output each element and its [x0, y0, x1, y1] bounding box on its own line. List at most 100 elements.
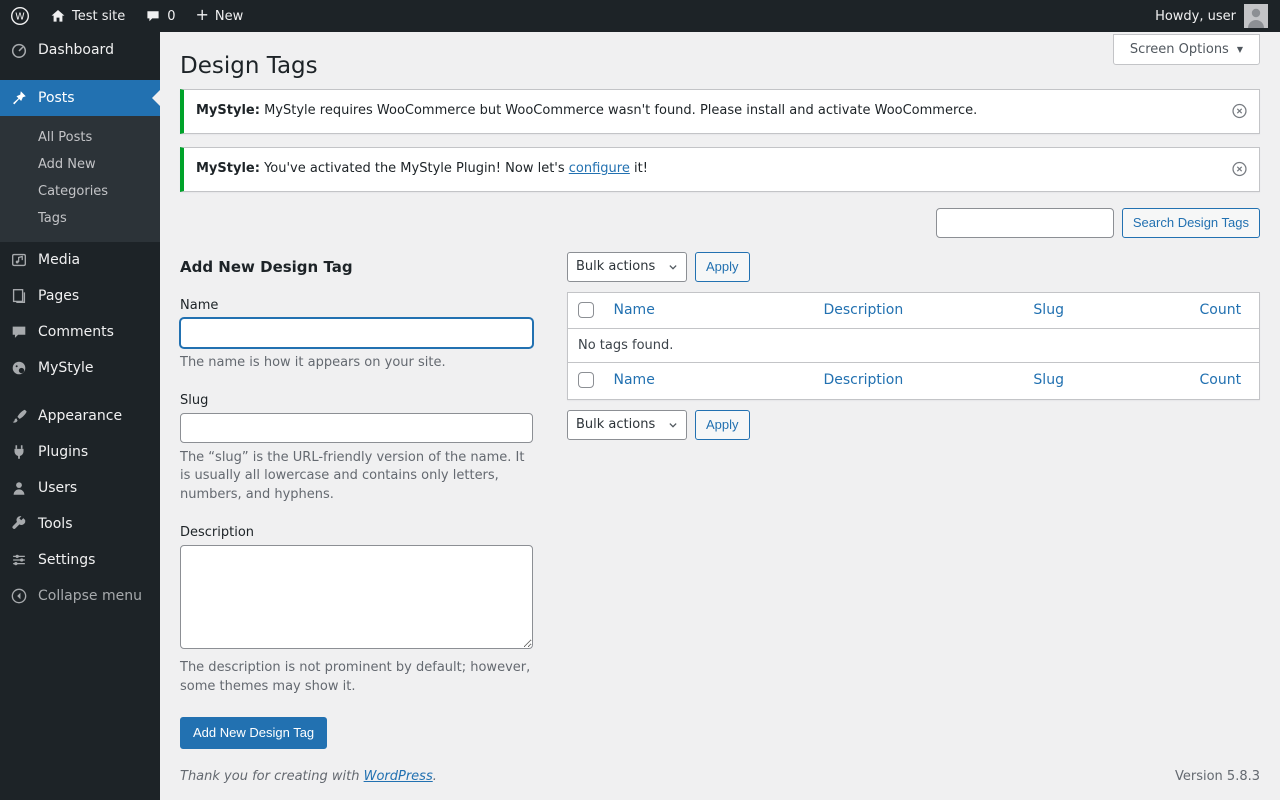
bulk-actions-select[interactable]: Bulk actions [567, 251, 687, 282]
slug-field-group: Slug The “slug” is the URL-friendly vers… [180, 393, 533, 506]
submit-row: Add New Design Tag [180, 716, 533, 749]
sidebar-item-label: Users [38, 480, 78, 496]
description-label: Description [180, 525, 255, 541]
sidebar-item-label: Appearance [38, 408, 123, 424]
sidebar-item-label: Pages [38, 288, 80, 304]
apply-button[interactable]: Apply [695, 409, 750, 440]
name-label: Name [180, 297, 219, 313]
sort-count-column[interactable]: Count [1200, 302, 1242, 318]
dashboard-icon [9, 40, 29, 60]
sidebar-item-mystyle[interactable]: MyStyle [0, 350, 160, 386]
sidebar-item-comments[interactable]: Comments [0, 314, 160, 350]
empty-row: No tags found. [568, 329, 1260, 363]
footer-thanks: Thank you for creating with WordPress. [180, 769, 437, 784]
sidebar-item-settings[interactable]: Settings [0, 542, 160, 578]
new-content-label: New [214, 8, 244, 24]
submenu-item-add-new[interactable]: Add New [0, 151, 160, 178]
sort-description-column[interactable]: Description [823, 372, 903, 388]
notice-message: it! [634, 160, 648, 176]
slug-input[interactable] [180, 412, 533, 443]
svg-text:W: W [15, 12, 25, 23]
search-input[interactable] [935, 207, 1114, 238]
bulk-actions-select[interactable]: Bulk actions [567, 409, 687, 440]
name-help-text: The name is how it appears on your site. [180, 354, 446, 370]
bulk-actions-select-wrap: Bulk actions [567, 409, 687, 440]
sidebar-item-label: Media [38, 252, 81, 268]
sort-name-column[interactable]: Name [614, 372, 655, 388]
site-name-label: Test site [72, 8, 126, 24]
comments-icon [9, 322, 29, 342]
comments-count: 0 [167, 8, 176, 24]
comments-link[interactable]: 0 [135, 0, 185, 32]
howdy-text: Howdy, user [1155, 8, 1236, 24]
slug-label: Slug [180, 392, 209, 408]
notice-woocommerce-missing: MyStyle: MyStyle requires WooCommerce bu… [180, 89, 1260, 134]
admin-bar: W Test site 0 + New Howdy, user [0, 0, 1280, 32]
submenu-item-categories[interactable]: Categories [0, 178, 160, 205]
sort-description-column[interactable]: Description [823, 302, 903, 318]
bulk-actions-select-wrap: Bulk actions [567, 251, 687, 282]
add-new-design-tag-button[interactable]: Add New Design Tag [180, 716, 328, 749]
sidebar-item-posts[interactable]: Posts [0, 80, 160, 116]
notice-prefix: MyStyle: [196, 103, 260, 118]
sidebar-item-users[interactable]: Users [0, 470, 160, 506]
submenu-item-tags[interactable]: Tags [0, 205, 160, 232]
comments-bubble-icon [147, 11, 159, 22]
collapse-arrow-icon [9, 586, 29, 606]
page-wrap: Screen Options ▼ Design Tags MyStyle: My… [160, 32, 1280, 755]
notice-text: MyStyle: You've activated the MyStyle Pl… [196, 160, 1215, 179]
sidebar-item-plugins[interactable]: Plugins [0, 434, 160, 470]
sidebar-item-label: Comments [38, 324, 114, 340]
menu-separator [0, 386, 160, 398]
select-all-checkbox[interactable] [578, 301, 594, 318]
posts-submenu: All Posts Add New Categories Tags [0, 116, 160, 242]
admin-footer: Thank you for creating with WordPress. V… [160, 755, 1280, 800]
collapse-menu-button[interactable]: Collapse menu [0, 578, 160, 614]
sidebar-item-tools[interactable]: Tools [0, 506, 160, 542]
page-title: Design Tags [180, 53, 318, 79]
sort-slug-column[interactable]: Slug [1033, 302, 1064, 318]
tools-wrench-icon [9, 514, 29, 534]
submenu-item-all-posts[interactable]: All Posts [0, 124, 160, 151]
sidebar-item-dashboard[interactable]: Dashboard [0, 32, 160, 68]
new-content-link[interactable]: + New [186, 0, 254, 32]
description-textarea[interactable] [180, 545, 533, 650]
main-content: Screen Options ▼ Design Tags MyStyle: My… [160, 0, 1280, 800]
search-design-tags-button[interactable]: Search Design Tags [1121, 207, 1260, 238]
form-heading: Add New Design Tag [180, 257, 353, 276]
home-icon [51, 10, 65, 22]
settings-sliders-icon [9, 550, 29, 570]
pages-icon [9, 286, 29, 306]
search-box: Search Design Tags [180, 207, 1260, 238]
account-menu[interactable]: Howdy, user [1155, 0, 1280, 32]
users-icon [9, 478, 29, 498]
notice-message: MyStyle requires WooCommerce but WooComm… [264, 103, 978, 118]
sidebar-item-media[interactable]: Media [0, 242, 160, 278]
notice-message: You've activated the MyStyle Plugin! Now… [264, 160, 565, 176]
wordpress-logo-menu[interactable]: W [0, 0, 40, 32]
avatar [1244, 4, 1268, 28]
sort-name-column[interactable]: Name [614, 302, 655, 318]
sort-slug-column[interactable]: Slug [1033, 372, 1064, 388]
posts-icon [9, 88, 29, 108]
select-all-checkbox[interactable] [578, 372, 594, 389]
sidebar-item-appearance[interactable]: Appearance [0, 398, 160, 434]
plus-icon: + [195, 5, 209, 24]
name-input[interactable] [180, 317, 533, 348]
apply-button[interactable]: Apply [695, 251, 750, 282]
sidebar-item-label: MyStyle [38, 360, 94, 376]
admin-sidebar: Dashboard Posts All Posts Add New Catego… [0, 32, 160, 800]
screen-options-label: Screen Options [1129, 42, 1229, 57]
sort-count-column[interactable]: Count [1200, 372, 1242, 388]
wordpress-link[interactable]: WordPress [364, 769, 433, 784]
screen-options-toggle[interactable]: Screen Options ▼ [1112, 34, 1260, 65]
sidebar-item-pages[interactable]: Pages [0, 278, 160, 314]
sidebar-item-label: Settings [38, 552, 96, 568]
site-name-link[interactable]: Test site [40, 0, 135, 32]
dismiss-notice-button[interactable] [1229, 159, 1250, 180]
dismiss-notice-button[interactable] [1229, 101, 1250, 122]
notice-text: MyStyle: MyStyle requires WooCommerce bu… [196, 102, 1215, 121]
configure-link[interactable]: configure [569, 161, 630, 176]
notice-prefix: MyStyle: [196, 160, 260, 176]
name-field-group: Name The name is how it appears on your … [180, 298, 533, 373]
